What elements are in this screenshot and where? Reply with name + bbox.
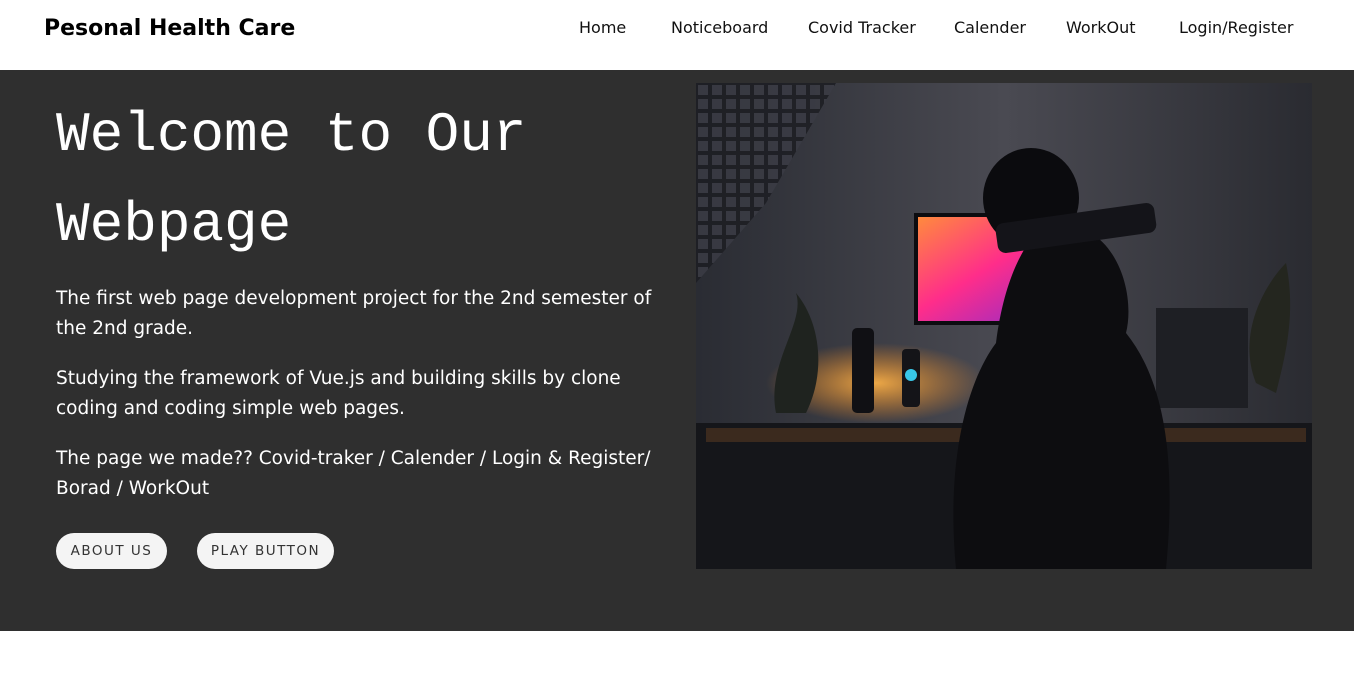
hero-image-gaming-setup	[696, 83, 1312, 569]
nav-link-login-register[interactable]: Login/Register	[1179, 16, 1293, 40]
about-us-button[interactable]: ABOUT US	[56, 533, 167, 569]
hero-section: Welcome to Our Webpage The first web pag…	[0, 70, 1354, 631]
play-button[interactable]: PLAY BUTTON	[197, 533, 334, 569]
hero-title-line-1: Welcome to Our	[56, 103, 527, 167]
hero-paragraph-project: The first web page development project f…	[56, 288, 652, 339]
hero-paragraph-vue: Studying the framework of Vue.js and bui…	[56, 368, 621, 419]
nav-link-noticeboard[interactable]: Noticeboard	[671, 16, 768, 40]
brand-logo-text[interactable]: Pesonal Health Care	[44, 14, 295, 44]
hero-title: Welcome to Our Webpage	[56, 90, 676, 270]
navbar: Pesonal Health Care Home Noticeboard Cov…	[0, 0, 1354, 70]
nav-link-home[interactable]: Home	[579, 16, 626, 40]
nav-link-workout[interactable]: WorkOut	[1066, 16, 1136, 40]
hero-paragraph-pages: The page we made?? Covid-traker / Calend…	[56, 448, 651, 499]
nav-link-covid-tracker[interactable]: Covid Tracker	[808, 16, 916, 40]
hero-title-line-2: Webpage	[56, 193, 292, 257]
nav-link-calender[interactable]: Calender	[954, 16, 1026, 40]
